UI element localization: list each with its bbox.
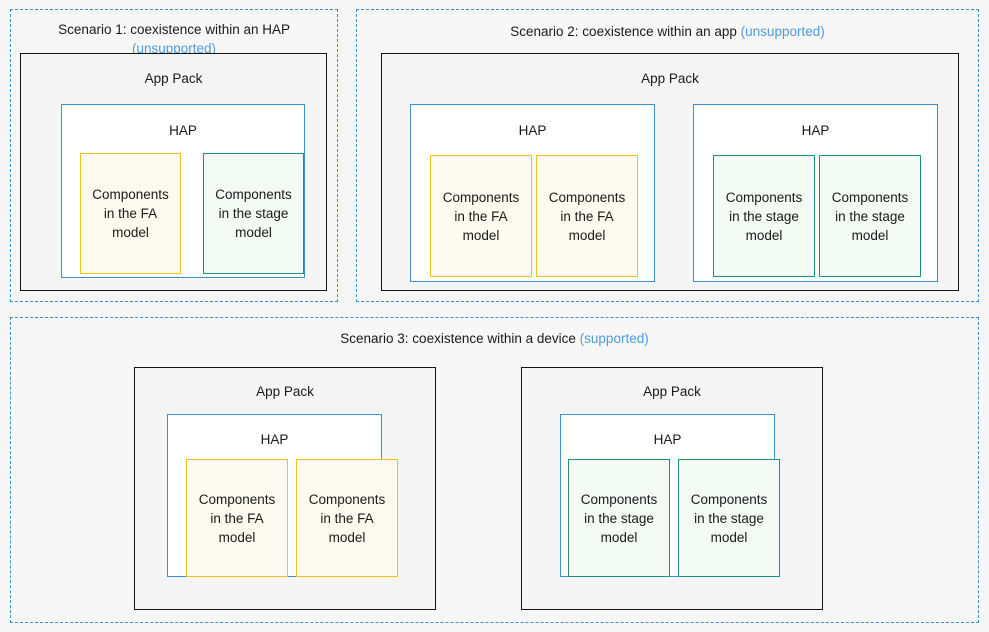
hap-label: HAP — [801, 123, 830, 138]
component-box-fa: Components in the FA model — [186, 459, 288, 577]
scenario-3-title-text: Scenario 3: coexistence within a device — [340, 331, 576, 346]
scenario-1-frame: Scenario 1: coexistence within an HAP (u… — [10, 9, 338, 302]
scenario-2-title-text: Scenario 2: coexistence within an app — [510, 24, 737, 39]
hap-box: HAP Components in the FA model Component… — [61, 104, 305, 278]
scenario-2-title: Scenario 2: coexistence within an app (u… — [357, 22, 978, 41]
hap-label: HAP — [260, 432, 289, 447]
component-box-fa: Components in the FA model — [296, 459, 398, 577]
component-box-stage: Components in the stage model — [568, 459, 670, 577]
scenario-2-status-note: (unsupported) — [740, 24, 825, 39]
hap-box: HAP Components in the stage model Compon… — [693, 104, 938, 282]
hap-box: HAP Components in the FA model Component… — [167, 414, 398, 577]
scenario-3-status-note: (supported) — [579, 331, 649, 346]
hap-box: HAP Components in the FA model Component… — [410, 104, 655, 282]
scenario-2-frame: Scenario 2: coexistence within an app (u… — [356, 9, 979, 302]
app-pack-label: App Pack — [144, 71, 203, 86]
hap-label: HAP — [653, 432, 682, 447]
component-box-stage: Components in the stage model — [819, 155, 921, 277]
hap-label: HAP — [518, 123, 547, 138]
component-box-stage: Components in the stage model — [203, 153, 304, 274]
app-pack-box: App Pack HAP Components in the FA model … — [134, 367, 436, 610]
component-box-fa: Components in the FA model — [430, 155, 532, 277]
component-box-fa: Components in the FA model — [536, 155, 638, 277]
app-pack-label: App Pack — [643, 384, 701, 399]
app-pack-label: App Pack — [256, 384, 314, 399]
app-pack-box: App Pack HAP Components in the FA model … — [20, 53, 327, 291]
component-box-stage: Components in the stage model — [678, 459, 780, 577]
app-pack-box: App Pack HAP Components in the stage mod… — [521, 367, 823, 610]
app-pack-label: App Pack — [641, 71, 699, 86]
hap-label: HAP — [169, 123, 197, 138]
component-box-fa: Components in the FA model — [80, 153, 181, 274]
scenario-1-title-text: Scenario 1: coexistence within an HAP — [58, 22, 290, 37]
component-box-stage: Components in the stage model — [713, 155, 815, 277]
scenario-3-frame: Scenario 3: coexistence within a device … — [10, 317, 979, 623]
scenario-3-title: Scenario 3: coexistence within a device … — [11, 329, 978, 348]
hap-box: HAP Components in the stage model Compon… — [560, 414, 780, 577]
app-pack-box: App Pack HAP Components in the FA model … — [381, 53, 959, 291]
